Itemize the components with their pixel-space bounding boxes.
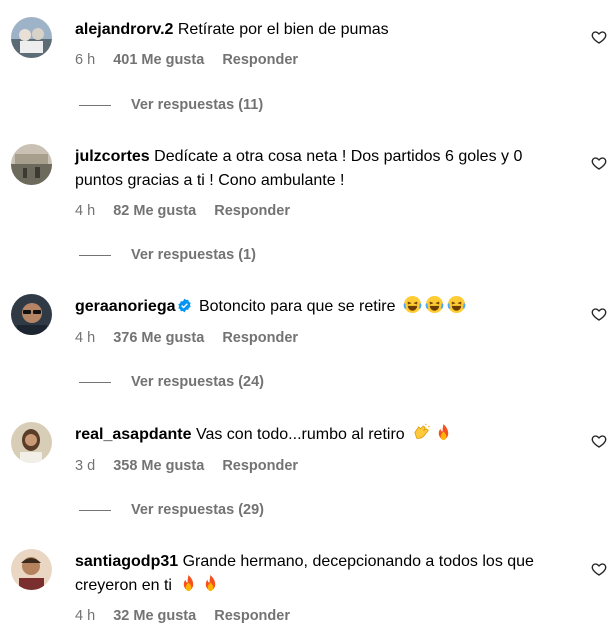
- like-count[interactable]: 358 Me gusta: [113, 458, 204, 474]
- avatar[interactable]: [11, 17, 52, 58]
- comment-username[interactable]: alejandrorv.2: [75, 21, 173, 38]
- laughing-emoji: [425, 295, 444, 314]
- view-replies-label: Ver respuestas (1): [131, 247, 256, 263]
- like-count[interactable]: 401 Me gusta: [113, 52, 204, 68]
- reply-button[interactable]: Responder: [214, 608, 290, 624]
- view-replies-button[interactable]: Ver respuestas (24): [79, 374, 264, 390]
- comment-meta: 6 h 401 Me gusta Responder: [75, 52, 312, 68]
- reply-button[interactable]: Responder: [214, 203, 290, 219]
- heart-outline-icon[interactable]: [591, 29, 607, 45]
- clapping-hands-emoji: [414, 423, 430, 439]
- like-count[interactable]: 376 Me gusta: [113, 330, 204, 346]
- comment-username[interactable]: geraanoriega: [75, 298, 175, 315]
- fire-emoji: [438, 423, 449, 441]
- view-replies-label: Ver respuestas (24): [131, 374, 264, 390]
- fire-emoji: [184, 574, 194, 592]
- laughing-emoji: [447, 295, 466, 314]
- comment-time: 4 h: [75, 203, 96, 219]
- view-replies-label: Ver respuestas (11): [131, 97, 264, 113]
- reply-button[interactable]: Responder: [222, 52, 298, 68]
- view-replies-label: Ver respuestas (29): [131, 502, 264, 518]
- heart-outline-icon[interactable]: [591, 433, 607, 449]
- avatar[interactable]: [11, 422, 52, 463]
- comment-body: Retírate por el bien de pumas: [177, 21, 389, 38]
- comment-body: Vas con todo...rumbo al retiro: [195, 426, 405, 443]
- comment-meta: 4 h 32 Me gusta Responder: [75, 608, 304, 624]
- comment-time: 4 h: [75, 330, 96, 346]
- comment-text: real_asapdante Vas con todo...rumbo al r…: [75, 423, 565, 447]
- heart-outline-icon[interactable]: [591, 306, 607, 322]
- comment-text: geraanoriega Botoncito para que se retir…: [75, 295, 565, 319]
- verified-badge-icon: [178, 298, 192, 313]
- heart-outline-icon[interactable]: [591, 561, 607, 577]
- like-count[interactable]: 32 Me gusta: [113, 608, 196, 624]
- laughing-emoji: [403, 295, 422, 314]
- like-count[interactable]: 82 Me gusta: [113, 203, 196, 219]
- comment-meta: 4 h 82 Me gusta Responder: [75, 203, 304, 219]
- replies-divider: [79, 104, 111, 106]
- comment-username[interactable]: santiagodp31: [75, 553, 178, 570]
- comment-username[interactable]: real_asapdante: [75, 426, 192, 443]
- comment-text: julzcortes Dedícate a otra cosa neta ! D…: [75, 145, 565, 193]
- fire-emoji: [206, 574, 216, 592]
- comment-meta: 4 h 376 Me gusta Responder: [75, 330, 312, 346]
- view-replies-button[interactable]: Ver respuestas (29): [79, 502, 264, 518]
- comment-text: alejandrorv.2 Retírate por el bien de pu…: [75, 18, 565, 42]
- reply-button[interactable]: Responder: [222, 458, 298, 474]
- avatar[interactable]: [11, 144, 52, 185]
- comment-time: 6 h: [75, 52, 96, 68]
- view-replies-button[interactable]: Ver respuestas (11): [79, 97, 263, 113]
- comment-time: 3 d: [75, 458, 96, 474]
- comment-username[interactable]: julzcortes: [75, 148, 150, 165]
- avatar[interactable]: [11, 294, 52, 335]
- heart-outline-icon[interactable]: [591, 155, 607, 171]
- view-replies-button[interactable]: Ver respuestas (1): [79, 247, 256, 263]
- comment-body: Botoncito para que se retire: [198, 298, 396, 315]
- replies-divider: [79, 381, 111, 383]
- comment-time: 4 h: [75, 608, 96, 624]
- comment-meta: 3 d 358 Me gusta Responder: [75, 458, 312, 474]
- avatar[interactable]: [11, 549, 52, 590]
- reply-button[interactable]: Responder: [222, 330, 298, 346]
- comment-text: santiagodp31 Grande hermano, decepcionan…: [75, 550, 565, 598]
- replies-divider: [79, 254, 111, 256]
- replies-divider: [79, 509, 111, 511]
